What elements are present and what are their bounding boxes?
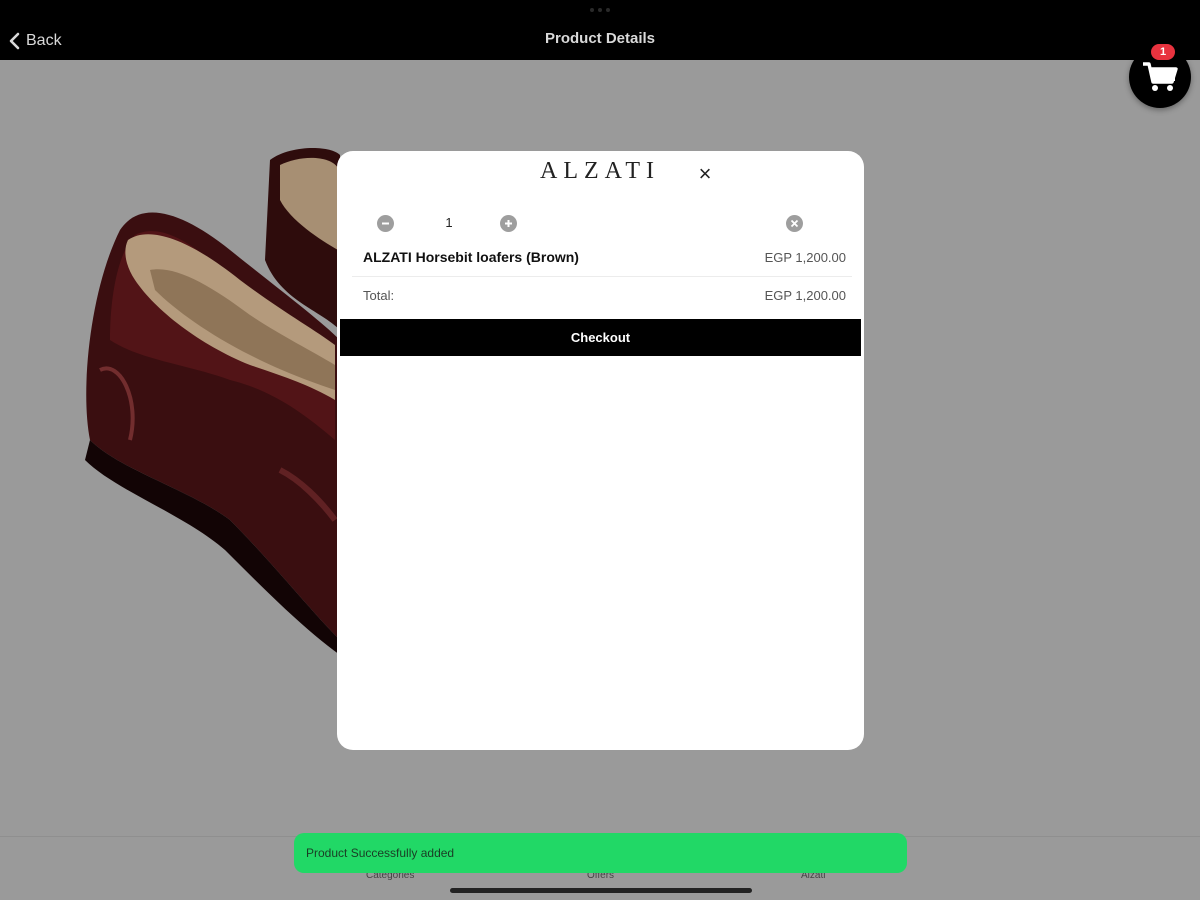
home-indicator[interactable] [450,888,752,893]
cart-badge: 1 [1151,44,1175,60]
product-image [85,148,340,655]
checkout-button[interactable]: Checkout [340,319,861,356]
status-dots [590,8,612,14]
total-label: Total: [363,288,395,303]
minus-icon [382,222,389,225]
increase-quantity-button[interactable] [500,215,517,232]
remove-item-button[interactable] [786,215,803,232]
decrease-quantity-button[interactable] [377,215,394,232]
quantity-value: 1 [445,215,453,230]
shopping-cart-icon [1143,62,1178,91]
plus-icon [505,220,512,227]
toast-message: Product Successfully added [306,846,455,860]
page-title: Product Details [544,30,656,47]
divider [352,276,852,277]
close-icon[interactable]: × [694,163,716,185]
total-value: EGP 1,200.00 [764,288,846,303]
cart-modal [337,151,864,750]
cart-item-price: EGP 1,200.00 [764,250,846,265]
cart-item-name: ALZATI Horsebit loafers (Brown) [363,249,579,265]
close-circle-icon [790,219,799,228]
top-nav-bar: Back Product Details [0,0,1200,60]
success-toast: Product Successfully added [294,833,907,873]
brand-logo: ALZATI [540,158,660,184]
